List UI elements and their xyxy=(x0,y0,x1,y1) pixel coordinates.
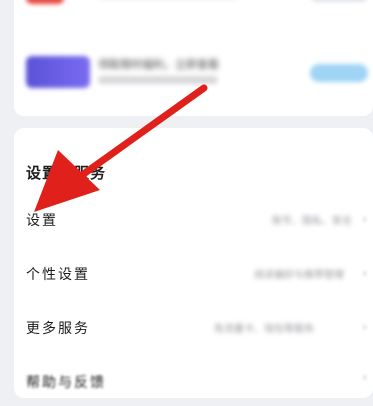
settings-hint: 账号、隐私、安全 xyxy=(272,216,352,227)
promo-thumbnail xyxy=(26,56,90,88)
promo-title: 领取限时福利，立即查看 xyxy=(98,58,219,71)
more-services-row[interactable]: 更多服务 免流量卡、钱包等服务 › xyxy=(14,304,373,352)
section-title: 设置与服务 xyxy=(26,164,107,182)
personalization-label: 个性设置 xyxy=(26,267,90,283)
personalization-hint: 阅读偏好与推荐管理 xyxy=(254,270,344,281)
settings-services-card: 设置与服务 设置 账号、隐私、安全 › 个性设置 阅读偏好与推荐管理 › 更多服… xyxy=(14,128,373,398)
help-feedback-label: 帮助与反馈 xyxy=(26,375,106,391)
promo-action-button[interactable] xyxy=(310,64,368,82)
promo-item-2[interactable]: 领取限时福利，立即查看 xyxy=(14,46,373,106)
promo-card: 领取限时福利，立即查看 xyxy=(14,0,373,116)
promo-thumbnail xyxy=(26,0,64,4)
promo-item-1[interactable] xyxy=(14,0,373,48)
chevron-right-icon: › xyxy=(362,266,367,280)
more-services-label: 更多服务 xyxy=(26,321,90,337)
help-feedback-row[interactable]: 帮助与反馈 › xyxy=(14,358,373,406)
chevron-right-icon: › xyxy=(362,320,367,334)
chevron-right-icon: › xyxy=(362,370,367,384)
promo-action-button[interactable] xyxy=(310,0,368,2)
personalization-row[interactable]: 个性设置 阅读偏好与推荐管理 › xyxy=(14,250,373,298)
promo-subtitle-placeholder xyxy=(98,76,218,84)
settings-label: 设置 xyxy=(26,213,58,229)
more-services-hint: 免流量卡、钱包等服务 xyxy=(214,324,314,335)
settings-row[interactable]: 设置 账号、隐私、安全 › xyxy=(14,196,373,244)
chevron-right-icon: › xyxy=(362,212,367,226)
